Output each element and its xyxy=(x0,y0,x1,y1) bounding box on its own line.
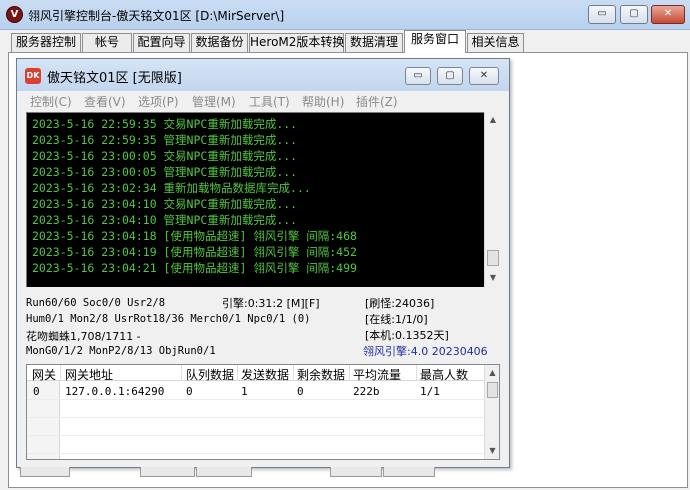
log-console[interactable]: 2023-5-16 22:59:35 交易NPC重新加载完成... 2023-5… xyxy=(26,112,493,287)
tab-service-window[interactable]: 服务窗口 xyxy=(404,30,466,53)
row-divider xyxy=(27,435,487,436)
hidden-button[interactable] xyxy=(330,467,382,477)
cell-send-data[interactable]: 1 xyxy=(241,385,248,398)
main-title-bar: V 翎风引擎控制台-傲天铭文01区 [D:\MirServer\] ▭ ▢ ✕ xyxy=(0,0,690,30)
col-divider xyxy=(349,365,350,381)
gateway-table: 网关 网关地址 队列数据 发送数据 剩余数据 平均流量 最高人数 0 127.0… xyxy=(26,364,500,460)
scroll-up-icon[interactable]: ▲ xyxy=(485,365,500,381)
scroll-down-icon[interactable]: ▼ xyxy=(485,443,500,459)
minimize-button[interactable]: ▭ xyxy=(588,5,616,24)
cell-gateway-address[interactable]: 127.0.0.1:64290 xyxy=(65,385,164,398)
log-scrollbar[interactable]: ▲ ▼ xyxy=(484,112,500,287)
hidden-button[interactable] xyxy=(140,467,195,477)
col-gateway-address[interactable]: 网关地址 xyxy=(65,366,113,383)
cell-remaining-data[interactable]: 0 xyxy=(297,385,304,398)
game-server-window: DK 傲天铭文01区 [无限版] ▭ ▢ ✕ 控制(C) 查看(V) 选项(P)… xyxy=(16,58,510,468)
tab-server-control[interactable]: 服务器控制 xyxy=(11,33,81,52)
scroll-up-icon[interactable]: ▲ xyxy=(485,112,501,128)
log-line: 2023-5-16 23:04:21 [使用物品超速] 翎风引擎 间隔:499 xyxy=(32,261,357,275)
menu-tools[interactable]: 工具(T) xyxy=(249,93,290,110)
scroll-thumb[interactable] xyxy=(487,250,499,266)
log-line: 2023-5-16 23:04:19 [使用物品超速] 翎风引擎 间隔:452 xyxy=(32,245,357,259)
inner-minimize-button[interactable]: ▭ xyxy=(405,67,431,85)
hidden-button[interactable] xyxy=(20,467,70,477)
status-map: 花吻蜘蛛1,708/1711 - xyxy=(26,330,141,343)
scroll-thumb[interactable] xyxy=(487,382,498,398)
status-hum: Hum0/1 Mon2/8 UsrRot18/36 Merch0/1 Npc0/… xyxy=(26,313,311,325)
scroll-down-icon[interactable]: ▼ xyxy=(485,270,501,286)
status-mon: MonG0/1/2 MonP2/8/13 ObjRun0/1 xyxy=(26,345,216,357)
col-remaining-data[interactable]: 剩余数据 xyxy=(297,366,345,383)
log-line: 2023-5-16 23:00:05 管理NPC重新加载完成... xyxy=(32,165,298,179)
inner-close-button[interactable]: ✕ xyxy=(469,67,499,85)
log-line: 2023-5-16 23:04:10 管理NPC重新加载完成... xyxy=(32,213,298,227)
tab-account[interactable]: 帐号 xyxy=(82,33,132,52)
log-line: 2023-5-16 23:02:34 重新加载物品数据库完成... xyxy=(32,181,311,195)
menu-help[interactable]: 帮助(H) xyxy=(302,93,344,110)
cell-queue-data[interactable]: 0 xyxy=(186,385,193,398)
table-scrollbar[interactable]: ▲ ▼ xyxy=(484,365,499,459)
log-line: 2023-5-16 23:04:10 交易NPC重新加载完成... xyxy=(32,197,298,211)
menu-plugins[interactable]: 插件(Z) xyxy=(356,93,398,110)
col-send-data[interactable]: 发送数据 xyxy=(241,366,289,383)
tab-herom2-convert[interactable]: HeroM2版本转换 xyxy=(249,33,344,52)
maximize-button[interactable]: ▢ xyxy=(620,5,648,24)
status-online: [在线:1/1/0] xyxy=(365,313,428,326)
status-run: Run60/60 Soc0/0 Usr2/8 xyxy=(26,297,166,309)
menu-options[interactable]: 选项(P) xyxy=(138,93,179,110)
hidden-button[interactable] xyxy=(196,467,252,477)
log-line: 2023-5-16 23:04:18 [使用物品超速] 翎风引擎 间隔:468 xyxy=(32,229,357,243)
log-line: 2023-5-16 22:59:35 管理NPC重新加载完成... xyxy=(32,133,298,147)
tab-data-backup[interactable]: 数据备份 xyxy=(191,33,248,52)
tab-data-cleanup[interactable]: 数据清理 xyxy=(345,33,403,52)
app-logo-icon: V xyxy=(6,6,23,23)
col-divider xyxy=(60,365,61,381)
inner-title-bar: DK 傲天铭文01区 [无限版] ▭ ▢ ✕ xyxy=(17,59,509,91)
menu-view[interactable]: 查看(V) xyxy=(84,93,126,110)
row-divider xyxy=(27,417,487,418)
cell-gateway[interactable]: 0 xyxy=(33,385,40,398)
table-header: 网关 网关地址 队列数据 发送数据 剩余数据 平均流量 最高人数 xyxy=(27,365,487,383)
hidden-button[interactable] xyxy=(383,467,435,477)
menu-manage[interactable]: 管理(M) xyxy=(192,93,236,110)
row-indicator-column xyxy=(27,381,60,459)
cell-avg-traffic[interactable]: 222b xyxy=(353,385,380,398)
menu-bar: 控制(C) 查看(V) 选项(P) 管理(M) 工具(T) 帮助(H) 插件(Z… xyxy=(17,91,509,110)
col-divider xyxy=(181,365,182,381)
log-line: 2023-5-16 23:00:05 交易NPC重新加载完成... xyxy=(32,149,298,163)
cell-max-users[interactable]: 1/1 xyxy=(420,385,440,398)
tab-config-wizard[interactable]: 配置向导 xyxy=(133,33,190,52)
status-refresh-monsters: [刷怪:24036] xyxy=(365,297,435,310)
close-button[interactable]: ✕ xyxy=(651,5,685,24)
col-queue-data[interactable]: 队列数据 xyxy=(186,366,234,383)
log-line: 2023-5-16 22:59:35 交易NPC重新加载完成... xyxy=(32,117,298,131)
col-avg-traffic[interactable]: 平均流量 xyxy=(353,366,401,383)
tab-bar: 服务器控制 帐号 配置向导 数据备份 HeroM2版本转换 数据清理 服务窗口 … xyxy=(0,30,690,53)
window-title: 翎风引擎控制台-傲天铭文01区 [D:\MirServer\] xyxy=(28,9,285,23)
engine-version: 翎风引擎:4.0 20230406 xyxy=(363,345,488,358)
status-local: [本机:0.1352天] xyxy=(365,329,449,342)
row-divider xyxy=(27,399,487,400)
status-engine-time: 引擎:0:31:2 [M][F] xyxy=(222,297,320,310)
menu-control[interactable]: 控制(C) xyxy=(30,93,72,110)
col-divider xyxy=(416,365,417,381)
inner-window-title: 傲天铭文01区 [无限版] xyxy=(47,71,182,86)
col-divider xyxy=(293,365,294,381)
col-divider xyxy=(237,365,238,381)
col-max-users[interactable]: 最高人数 xyxy=(420,366,468,383)
tab-related-info[interactable]: 相关信息 xyxy=(467,33,524,52)
server-logo-icon: DK xyxy=(25,68,41,84)
inner-maximize-button[interactable]: ▢ xyxy=(437,67,463,85)
row-divider xyxy=(27,453,487,454)
